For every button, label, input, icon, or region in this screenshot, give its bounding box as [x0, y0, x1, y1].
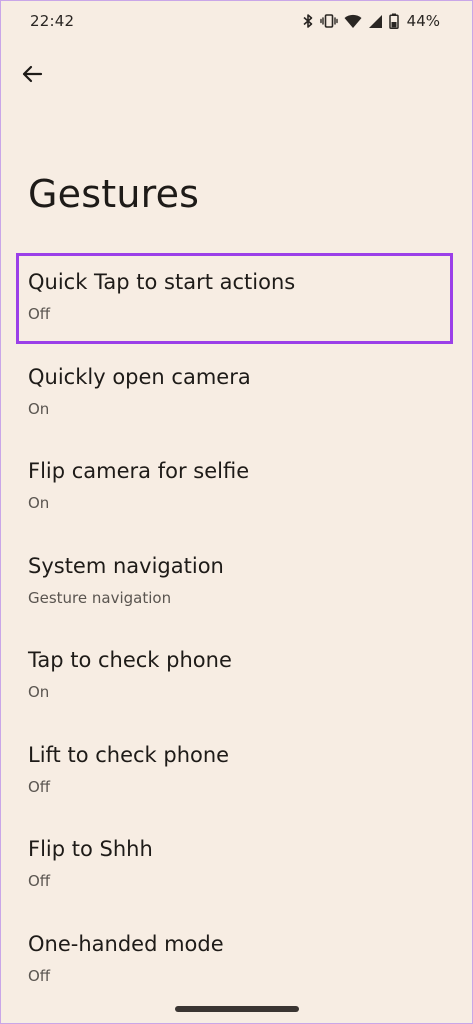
setting-tap-to-check[interactable]: Tap to check phone On: [0, 628, 473, 723]
battery-percentage: 44%: [406, 12, 440, 30]
setting-quick-tap[interactable]: Quick Tap to start actions Off: [0, 250, 473, 345]
status-bar: 22:42 44%: [0, 0, 473, 44]
status-time: 22:42: [30, 12, 75, 30]
setting-title: One-handed mode: [28, 931, 224, 956]
setting-title: Lift to check phone: [28, 742, 230, 767]
setting-flip-camera[interactable]: Flip camera for selfie On: [0, 439, 473, 534]
setting-status: On: [28, 494, 50, 512]
setting-system-navigation[interactable]: System navigation Gesture navigation: [0, 534, 473, 629]
setting-one-handed-mode[interactable]: One-handed mode Off: [0, 912, 473, 1007]
vibrate-icon: [319, 13, 338, 29]
battery-icon: [388, 13, 399, 29]
setting-title: Flip camera for selfie: [28, 459, 250, 483]
settings-list: Quick Tap to start actions Off Quickly o…: [0, 250, 473, 1006]
setting-status: Off: [28, 966, 51, 985]
setting-quickly-open-camera[interactable]: Quickly open camera On: [0, 345, 473, 440]
setting-flip-to-shhh[interactable]: Flip to Shhh Off: [0, 817, 473, 912]
gesture-nav-handle[interactable]: [175, 1006, 299, 1012]
back-button[interactable]: [14, 58, 50, 94]
signal-icon: [368, 14, 383, 29]
setting-title: Quick Tap to start actions: [28, 270, 296, 294]
setting-status: On: [28, 399, 50, 418]
setting-title: Quickly open camera: [28, 364, 251, 389]
setting-title: Flip to Shhh: [28, 837, 153, 861]
page-title: Gestures: [28, 172, 200, 216]
setting-title: System navigation: [28, 553, 224, 578]
setting-status: Off: [28, 305, 51, 323]
setting-status: Gesture navigation: [28, 588, 172, 607]
status-icons: 44%: [302, 11, 440, 31]
setting-title: Tap to check phone: [28, 648, 232, 672]
wifi-icon: [344, 14, 362, 29]
setting-status: Off: [28, 777, 51, 796]
bluetooth-icon: [302, 13, 314, 29]
arrow-left-icon: [21, 63, 43, 89]
setting-lift-to-check[interactable]: Lift to check phone Off: [0, 723, 473, 818]
setting-status: Off: [28, 872, 51, 890]
setting-status: On: [28, 683, 50, 701]
